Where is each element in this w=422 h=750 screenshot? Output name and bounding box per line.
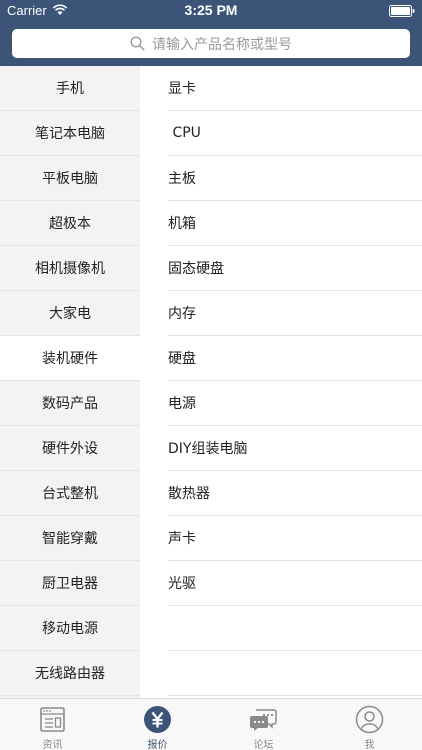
category-label: 相机摄像机 [35, 261, 105, 277]
subcategory-label: 内存 [168, 306, 196, 322]
status-bar: Carrier 3:25 PM [0, 0, 422, 22]
subcategory-item[interactable]: 声卡 [141, 516, 422, 561]
category-label: 台式整机 [42, 486, 98, 502]
category-label: 超极本 [49, 216, 91, 232]
subcategory-empty-row [141, 651, 422, 696]
subcategory-item[interactable]: 显卡 [141, 66, 422, 111]
category-item-desktop[interactable]: 台式整机 [0, 471, 140, 516]
subcategory-item[interactable]: 光驱 [141, 561, 422, 606]
chat-bubble-icon [250, 709, 277, 731]
category-item-tablet[interactable]: 平板电脑 [0, 156, 140, 201]
subcategory-item[interactable]: 硬盘 [141, 336, 422, 381]
subcategory-label: 声卡 [168, 531, 196, 547]
category-label: 手机 [56, 81, 84, 97]
category-item-wearables[interactable]: 智能穿戴 [0, 516, 140, 561]
subcategory-empty-row [141, 606, 422, 651]
category-label: 装机硬件 [42, 351, 98, 367]
news-icon [40, 707, 65, 732]
subcategory-item[interactable]: 电源 [141, 381, 422, 426]
user-icon [355, 705, 384, 734]
category-item-camera[interactable]: 相机摄像机 [0, 246, 140, 291]
category-item-hardware[interactable]: 装机硬件 [0, 336, 140, 381]
category-item-laptop[interactable]: 笔记本电脑 [0, 111, 140, 156]
subcategory-label: 光驱 [168, 576, 196, 592]
subcategory-label: 散热器 [168, 486, 210, 502]
search-placeholder: 请输入产品名称或型号 [152, 36, 292, 53]
category-label: 智能穿戴 [42, 531, 98, 547]
subcategory-item[interactable]: 机箱 [141, 201, 422, 246]
category-label: 硬件外设 [42, 441, 98, 457]
tab-quote[interactable]: 报价 [105, 699, 210, 750]
category-label: 厨卫电器 [42, 576, 98, 592]
tab-bar: 资讯 报价 论坛 我 [0, 698, 422, 750]
category-label: 数码产品 [42, 396, 98, 412]
subcategory-list: 显卡 CPU 主板 机箱 固态硬盘 内存 硬盘 电源 DIY组装电脑 散热器 声… [141, 66, 422, 698]
subcategory-item[interactable]: CPU [141, 111, 422, 156]
subcategory-label: 硬盘 [168, 351, 196, 367]
header-bar: Carrier 3:25 PM 请输入产品名称或型号 [0, 0, 422, 66]
tab-label: 资讯 [42, 740, 63, 750]
yen-icon [144, 706, 171, 733]
category-label: 大家电 [49, 306, 91, 322]
category-item-appliances[interactable]: 大家电 [0, 291, 140, 336]
tab-news[interactable]: 资讯 [0, 699, 105, 750]
category-label: 平板电脑 [42, 171, 98, 187]
subcategory-item[interactable]: DIY组装电脑 [141, 426, 422, 471]
subcategory-item[interactable]: 内存 [141, 291, 422, 336]
category-item-phone[interactable]: 手机 [0, 66, 140, 111]
category-item-ultrabook[interactable]: 超极本 [0, 201, 140, 246]
divider [168, 695, 422, 696]
search-icon [130, 36, 145, 51]
tab-label: 我 [364, 740, 375, 750]
category-item-router[interactable]: 无线路由器 [0, 651, 140, 696]
category-label: 无线路由器 [35, 666, 105, 682]
category-label: 移动电源 [42, 621, 98, 637]
category-item-powerbank[interactable]: 移动电源 [0, 606, 140, 651]
category-item-peripherals[interactable]: 硬件外设 [0, 426, 140, 471]
tab-me[interactable]: 我 [317, 699, 422, 750]
search-input[interactable]: 请输入产品名称或型号 [12, 29, 410, 58]
subcategory-label: DIY组装电脑 [168, 441, 248, 457]
tab-forum[interactable]: 论坛 [211, 699, 316, 750]
subcategory-label: 电源 [168, 396, 196, 412]
status-time: 3:25 PM [184, 2, 238, 18]
subcategory-item[interactable]: 固态硬盘 [141, 246, 422, 291]
subcategory-item[interactable]: 散热器 [141, 471, 422, 516]
subcategory-label: CPU [168, 125, 201, 141]
subcategory-label: 固态硬盘 [168, 261, 224, 277]
category-item-digital[interactable]: 数码产品 [0, 381, 140, 426]
subcategory-item[interactable]: 主板 [141, 156, 422, 201]
category-label: 笔记本电脑 [35, 126, 105, 142]
tab-label: 报价 [147, 740, 168, 750]
battery-icon [389, 5, 415, 17]
category-sidebar: 手机 笔记本电脑 平板电脑 超极本 相机摄像机 大家电 装机硬件 数码产品 硬件… [0, 66, 140, 698]
subcategory-label: 主板 [168, 171, 196, 187]
subcategory-label: 显卡 [168, 81, 196, 97]
category-item-kitchen[interactable]: 厨卫电器 [0, 561, 140, 606]
tab-label: 论坛 [253, 740, 274, 750]
subcategory-label: 机箱 [168, 216, 196, 232]
